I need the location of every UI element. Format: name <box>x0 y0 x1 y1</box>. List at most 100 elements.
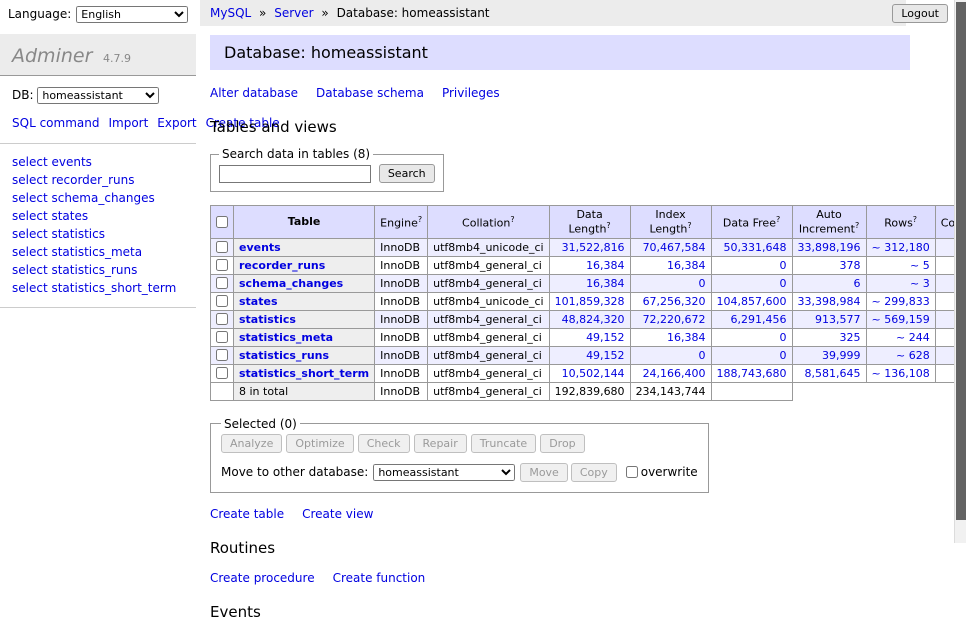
rows-count-link[interactable]: ~ 3 <box>910 277 930 290</box>
column-help-marker[interactable]: ? <box>510 215 514 224</box>
column-help-marker[interactable]: ? <box>776 215 780 224</box>
column-header-rows[interactable]: Rows? <box>866 206 935 239</box>
scrollbar-thumb[interactable] <box>956 2 966 520</box>
row-checkbox-recorder-runs[interactable] <box>216 259 228 271</box>
auto-increment-link[interactable]: 8,581,645 <box>805 367 861 380</box>
sidebar-link-sql-command[interactable]: SQL command <box>12 116 99 130</box>
row-checkbox-statistics-short-term[interactable] <box>216 367 228 379</box>
column-header-auto-increment[interactable]: Auto Increment? <box>792 206 866 239</box>
index-length-link[interactable]: 0 <box>699 349 706 362</box>
bulk-repair-button[interactable]: Repair <box>414 434 467 453</box>
rows-count-link[interactable]: ~ 299,833 <box>872 295 930 308</box>
sidebar-item-select-recorder-runs[interactable]: select recorder_runs <box>12 171 184 189</box>
data-free-link[interactable]: 0 <box>780 277 787 290</box>
logout-button[interactable]: Logout <box>892 4 948 23</box>
auto-increment-link[interactable]: 33,898,196 <box>798 241 861 254</box>
table-link-statistics-short-term[interactable]: statistics_short_term <box>239 367 369 380</box>
data-free-link[interactable]: 188,743,680 <box>717 367 787 380</box>
data-length-link[interactable]: 31,522,816 <box>562 241 625 254</box>
index-length-link[interactable]: 16,384 <box>667 259 706 272</box>
table-link-statistics-runs[interactable]: statistics_runs <box>239 349 329 362</box>
data-free-link[interactable]: 0 <box>780 331 787 344</box>
rows-count-link[interactable]: ~ 136,108 <box>872 367 930 380</box>
sidebar-item-select-statistics[interactable]: select statistics <box>12 225 184 243</box>
link-alter-database[interactable]: Alter database <box>210 86 298 100</box>
data-length-link[interactable]: 48,824,320 <box>562 313 625 326</box>
table-link-states[interactable]: states <box>239 295 278 308</box>
data-length-link[interactable]: 49,152 <box>586 349 625 362</box>
link-create-procedure[interactable]: Create procedure <box>210 571 315 585</box>
overwrite-checkbox[interactable] <box>626 466 638 478</box>
auto-increment-link[interactable]: 33,398,984 <box>798 295 861 308</box>
row-checkbox-schema-changes[interactable] <box>216 277 228 289</box>
sidebar-item-select-statistics-meta[interactable]: select statistics_meta <box>12 243 184 261</box>
auto-increment-link[interactable]: 913,577 <box>815 313 861 326</box>
index-length-link[interactable]: 70,467,584 <box>643 241 706 254</box>
sidebar-item-select-statistics-short-term[interactable]: select statistics_short_term <box>12 279 184 297</box>
data-free-link[interactable]: 6,291,456 <box>731 313 787 326</box>
data-length-link[interactable]: 49,152 <box>586 331 625 344</box>
table-link-recorder-runs[interactable]: recorder_runs <box>239 259 325 272</box>
rows-count-link[interactable]: ~ 628 <box>896 349 930 362</box>
column-help-marker[interactable]: ? <box>687 221 691 230</box>
sidebar-link-export[interactable]: Export <box>157 116 196 130</box>
column-header-table[interactable]: Table <box>234 206 375 239</box>
auto-increment-link[interactable]: 378 <box>840 259 861 272</box>
row-checkbox-statistics-runs[interactable] <box>216 349 228 361</box>
breadcrumb-server-link[interactable]: Server <box>274 6 313 20</box>
move-db-select[interactable]: homeassistant <box>373 464 515 481</box>
bulk-check-button[interactable]: Check <box>358 434 410 453</box>
row-checkbox-statistics[interactable] <box>216 313 228 325</box>
link-create-view[interactable]: Create view <box>302 507 373 521</box>
table-link-events[interactable]: events <box>239 241 281 254</box>
search-button[interactable]: Search <box>379 164 435 183</box>
data-length-link[interactable]: 16,384 <box>586 259 625 272</box>
scrollbar[interactable] <box>954 0 966 543</box>
sidebar-item-select-schema-changes[interactable]: select schema_changes <box>12 189 184 207</box>
data-free-link[interactable]: 104,857,600 <box>717 295 787 308</box>
table-link-statistics[interactable]: statistics <box>239 313 296 326</box>
rows-count-link[interactable]: ~ 5 <box>910 259 930 272</box>
data-length-link[interactable]: 16,384 <box>586 277 625 290</box>
data-free-link[interactable]: 50,331,648 <box>724 241 787 254</box>
index-length-link[interactable]: 24,166,400 <box>643 367 706 380</box>
auto-increment-link[interactable]: 6 <box>854 277 861 290</box>
sidebar-item-select-statistics-runs[interactable]: select statistics_runs <box>12 261 184 279</box>
bulk-drop-button[interactable]: Drop <box>540 434 584 453</box>
column-help-marker[interactable]: ? <box>606 221 610 230</box>
auto-increment-link[interactable]: 325 <box>840 331 861 344</box>
language-select[interactable]: English <box>76 6 188 23</box>
data-free-link[interactable]: 0 <box>780 349 787 362</box>
data-length-link[interactable]: 10,502,144 <box>562 367 625 380</box>
breadcrumb-mysql-link[interactable]: MySQL <box>210 6 251 20</box>
bulk-optimize-button[interactable]: Optimize <box>286 434 353 453</box>
row-checkbox-events[interactable] <box>216 241 228 253</box>
auto-increment-link[interactable]: 39,999 <box>822 349 861 362</box>
index-length-link[interactable]: 72,220,672 <box>643 313 706 326</box>
move-button[interactable]: Move <box>520 463 568 482</box>
index-length-link[interactable]: 16,384 <box>667 331 706 344</box>
bulk-analyze-button[interactable]: Analyze <box>221 434 282 453</box>
column-help-marker[interactable]: ? <box>418 215 422 224</box>
column-header-collation[interactable]: Collation? <box>428 206 549 239</box>
column-header-data-free[interactable]: Data Free? <box>711 206 792 239</box>
rows-count-link[interactable]: ~ 312,180 <box>872 241 930 254</box>
column-header-engine[interactable]: Engine? <box>375 206 428 239</box>
index-length-link[interactable]: 0 <box>699 277 706 290</box>
column-header-index-length[interactable]: Index Length? <box>630 206 711 239</box>
link-database-schema[interactable]: Database schema <box>316 86 424 100</box>
column-help-marker[interactable]: ? <box>913 215 917 224</box>
data-free-link[interactable]: 0 <box>780 259 787 272</box>
table-link-statistics-meta[interactable]: statistics_meta <box>239 331 333 344</box>
sidebar-link-import[interactable]: Import <box>108 116 148 130</box>
index-length-link[interactable]: 67,256,320 <box>643 295 706 308</box>
sidebar-item-select-states[interactable]: select states <box>12 207 184 225</box>
rows-count-link[interactable]: ~ 244 <box>896 331 930 344</box>
rows-count-link[interactable]: ~ 569,159 <box>872 313 930 326</box>
data-length-link[interactable]: 101,859,328 <box>555 295 625 308</box>
link-create-function[interactable]: Create function <box>333 571 426 585</box>
select-all-checkbox[interactable] <box>216 216 228 228</box>
column-help-marker[interactable]: ? <box>855 221 859 230</box>
sidebar-item-select-events[interactable]: select events <box>12 153 184 171</box>
link-create-table[interactable]: Create table <box>210 507 284 521</box>
